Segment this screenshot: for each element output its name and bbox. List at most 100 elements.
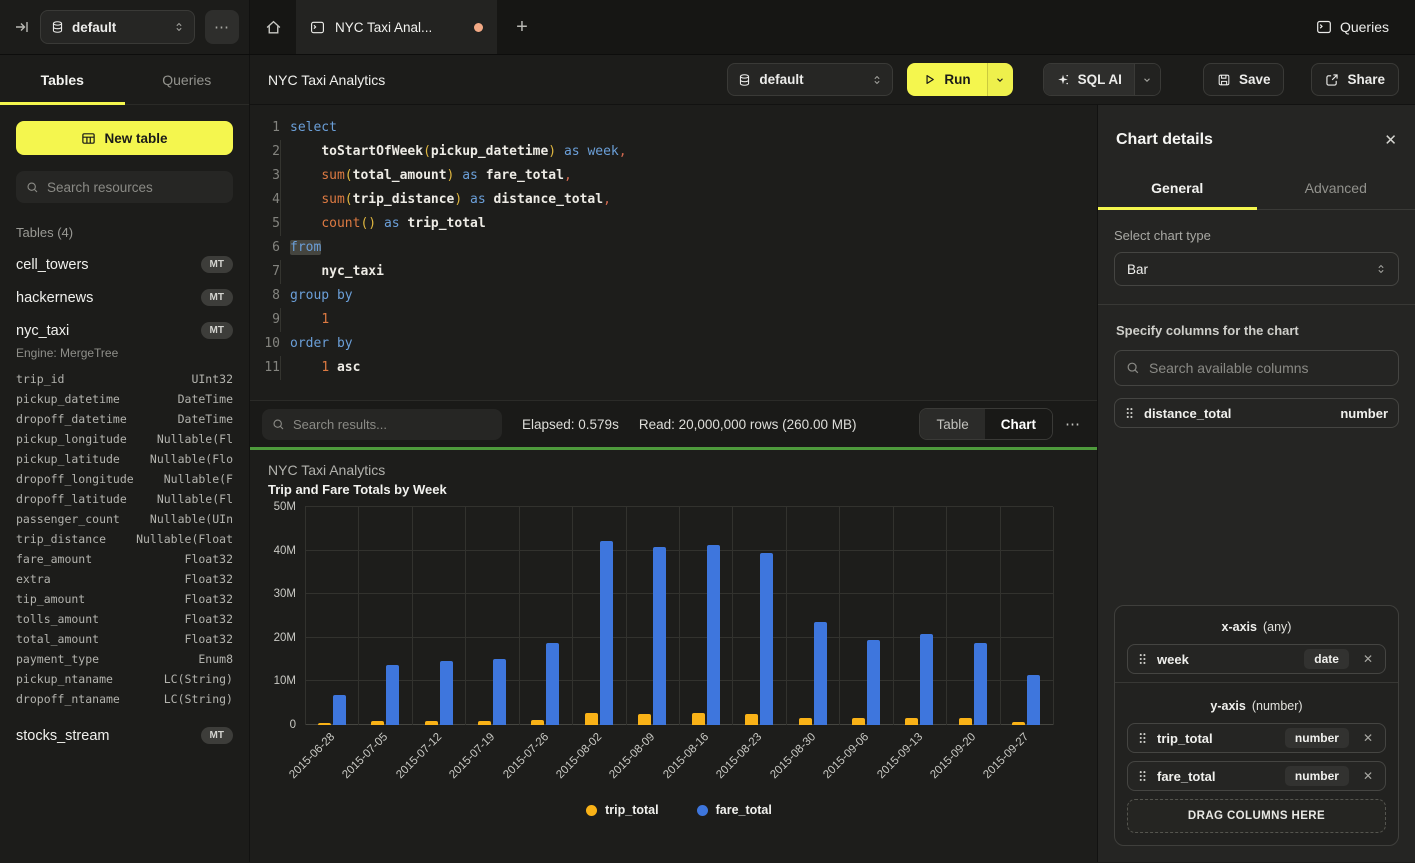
- column-type-tag: date: [1304, 649, 1349, 669]
- queries-icon: [1316, 19, 1332, 35]
- sql-editor[interactable]: 1select2 toStartOfWeek(pickup_datetime) …: [250, 105, 1097, 400]
- bar-trip_total: [745, 714, 758, 725]
- drag-handle-icon[interactable]: [1125, 406, 1134, 420]
- editor-line: 11 1 asc: [250, 356, 1097, 380]
- database-icon: [51, 20, 64, 34]
- x-axis-item-week[interactable]: week date ✕: [1127, 644, 1386, 674]
- sidebar-search-input[interactable]: [47, 180, 223, 195]
- drag-handle-icon[interactable]: [1138, 652, 1147, 666]
- chart-type-select[interactable]: Bar: [1114, 252, 1399, 286]
- sidebar-tab-queries[interactable]: Queries: [125, 55, 250, 104]
- toolbar-database-select[interactable]: default: [727, 63, 893, 96]
- y-axis-tick: 50M: [274, 501, 296, 513]
- sidebar: Tables Queries New table Tables (4) cell…: [0, 55, 250, 862]
- editor-line: 4 sum(trip_distance) as distance_total,: [250, 188, 1097, 212]
- drag-handle-icon[interactable]: [1138, 731, 1147, 745]
- sidebar-search[interactable]: [16, 171, 233, 203]
- engine-badge: MT: [201, 727, 233, 744]
- panel-tabs: General Advanced: [1098, 169, 1415, 210]
- y-axis-item-trip-total[interactable]: trip_total number ✕: [1127, 723, 1386, 753]
- share-icon: [1325, 73, 1339, 87]
- schema-column-row: tip_amountFloat32: [16, 589, 233, 609]
- read-stat: Read: 20,000,000 rows (260.00 MB): [639, 417, 857, 432]
- tab-strip: NYC Taxi Anal... + Queries: [250, 0, 1415, 54]
- sql-ai-options-button[interactable]: [1134, 64, 1160, 95]
- new-table-button[interactable]: New table: [16, 121, 233, 155]
- sidebar-content: New table Tables (4) cell_towers MT hack…: [0, 105, 249, 744]
- topbar-right: Queries: [1316, 0, 1415, 54]
- available-column-distance-total[interactable]: distance_total number: [1114, 398, 1399, 428]
- y-axis-tick: 0: [290, 719, 296, 731]
- editor-line: 6from: [250, 236, 1097, 260]
- bar-fare_total: [386, 665, 399, 725]
- bar-group: [679, 507, 732, 725]
- table-item-cell-towers[interactable]: cell_towers MT: [16, 256, 233, 273]
- queries-button[interactable]: Queries: [1340, 19, 1389, 35]
- columns-search-input[interactable]: [1149, 360, 1387, 376]
- bar-trip_total: [638, 714, 651, 725]
- save-button[interactable]: Save: [1203, 63, 1285, 96]
- bar-group: [465, 507, 518, 725]
- nyc-taxi-columns: trip_idUInt32pickup_datetimeDateTimedrop…: [16, 369, 233, 709]
- legend-item-fare_total[interactable]: fare_total: [697, 803, 772, 817]
- topbar-left: default ⋯: [0, 0, 250, 54]
- bar-group: [893, 507, 946, 725]
- run-button[interactable]: Run: [907, 63, 1012, 96]
- schema-column-row: dropoff_longitudeNullable(F: [16, 469, 233, 489]
- bar-group: [839, 507, 892, 725]
- topbar-database-select[interactable]: default: [40, 10, 195, 44]
- updown-chevron-icon: [1376, 263, 1386, 275]
- panel-tab-advanced[interactable]: Advanced: [1257, 169, 1415, 209]
- sidebar-tab-tables[interactable]: Tables: [0, 55, 125, 104]
- view-toggle-chart[interactable]: Chart: [985, 409, 1052, 439]
- results-search[interactable]: [262, 409, 502, 440]
- search-icon: [1126, 361, 1140, 375]
- new-tab-button[interactable]: +: [498, 0, 546, 54]
- results-search-input[interactable]: [293, 417, 492, 432]
- tab-nyc-taxi-analytics[interactable]: NYC Taxi Anal...: [296, 0, 498, 54]
- results-more-button[interactable]: ⋯: [1065, 415, 1081, 433]
- sidebar-more-button[interactable]: ⋯: [205, 10, 239, 44]
- bar-group: [572, 507, 625, 725]
- column-type-tag: number: [1285, 766, 1349, 786]
- tables-header: Tables (4): [16, 225, 233, 240]
- legend-item-trip_total[interactable]: trip_total: [586, 803, 658, 817]
- schema-column-row: total_amountFloat32: [16, 629, 233, 649]
- schema-column-row: tolls_amountFloat32: [16, 609, 233, 629]
- remove-icon[interactable]: ✕: [1359, 769, 1377, 783]
- bar-chart-plot[interactable]: 010M20M30M40M50M: [305, 507, 1053, 725]
- table-item-hackernews[interactable]: hackernews MT: [16, 289, 233, 306]
- sql-ai-button[interactable]: SQL AI: [1043, 63, 1161, 96]
- remove-icon[interactable]: ✕: [1359, 652, 1377, 666]
- bar-group: [358, 507, 411, 725]
- bar-fare_total: [546, 643, 559, 725]
- share-button[interactable]: Share: [1311, 63, 1399, 96]
- schema-column-row: dropoff_ntanameLC(String): [16, 689, 233, 709]
- bar-group: [946, 507, 999, 725]
- editor-line: 1select: [250, 116, 1097, 140]
- bar-fare_total: [867, 640, 880, 725]
- columns-search[interactable]: [1114, 350, 1399, 386]
- drag-handle-icon[interactable]: [1138, 769, 1147, 783]
- panel-tab-general[interactable]: General: [1098, 169, 1257, 209]
- y-axis-header: y-axis(number): [1127, 697, 1386, 723]
- remove-icon[interactable]: ✕: [1359, 731, 1377, 745]
- legend-dot-icon: [697, 805, 708, 816]
- updown-chevron-icon: [872, 74, 882, 86]
- table-item-stocks-stream[interactable]: stocks_stream MT: [16, 727, 233, 744]
- bar-fare_total: [707, 545, 720, 725]
- drag-columns-drop-zone[interactable]: DRAG COLUMNS HERE: [1127, 799, 1386, 833]
- x-axis-labels: 2015-06-282015-07-052015-07-122015-07-19…: [305, 725, 1053, 793]
- view-toggle-table[interactable]: Table: [920, 409, 984, 439]
- y-axis-item-fare-total[interactable]: fare_total number ✕: [1127, 761, 1386, 791]
- table-item-nyc-taxi[interactable]: nyc_taxi MT: [16, 322, 233, 339]
- editor-line: 10order by: [250, 332, 1097, 356]
- close-icon[interactable]: ✕: [1384, 131, 1397, 149]
- elapsed-stat: Elapsed: 0.579s: [522, 417, 619, 432]
- run-options-button[interactable]: [987, 63, 1013, 96]
- top-bar: default ⋯ NYC Taxi Anal... + Queries: [0, 0, 1415, 55]
- home-icon[interactable]: [250, 0, 296, 54]
- chart-legend: trip_total fare_total: [305, 795, 1053, 825]
- y-axis-tick: 40M: [274, 545, 296, 557]
- collapse-sidebar-icon[interactable]: [14, 19, 30, 35]
